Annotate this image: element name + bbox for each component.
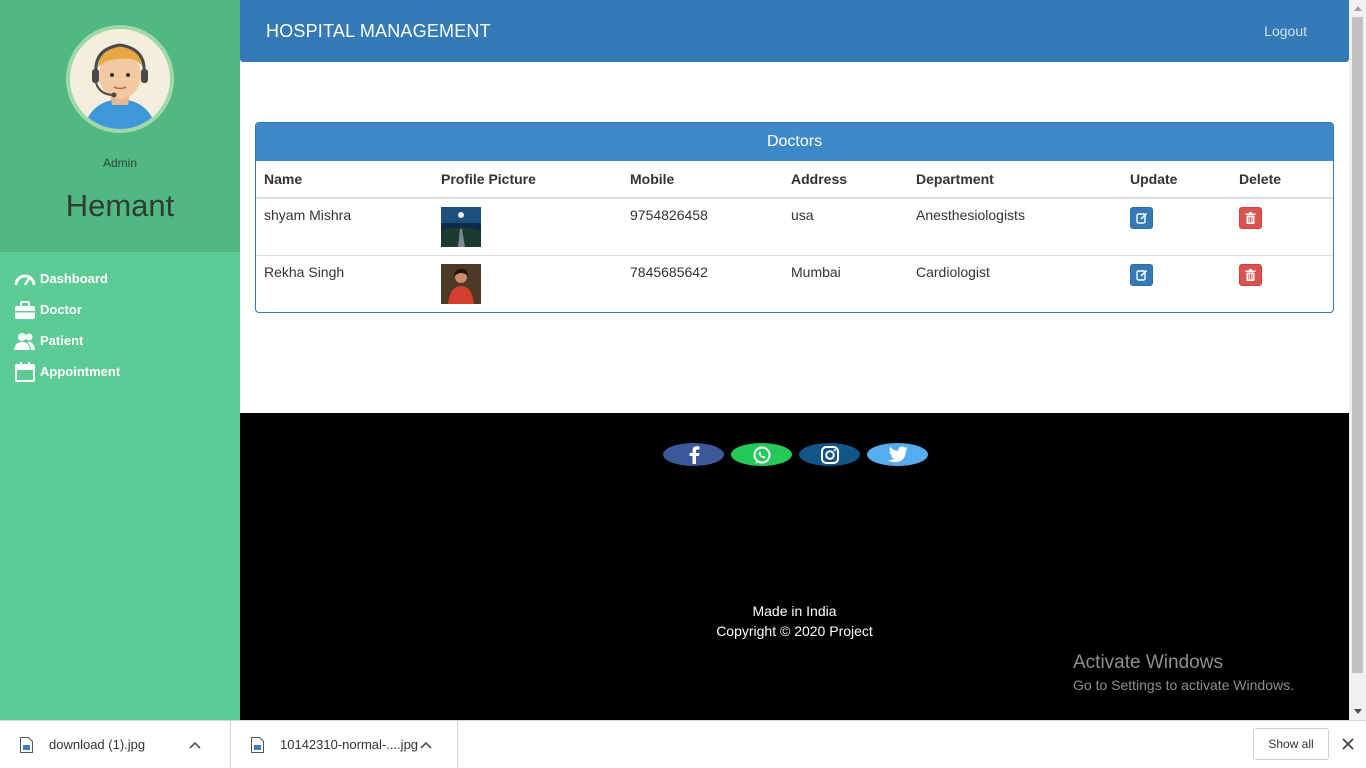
sidebar-item-label: Appointment — [40, 364, 121, 379]
column-header: Delete — [1231, 161, 1333, 199]
avatar — [66, 25, 174, 133]
delete-button[interactable] — [1239, 264, 1262, 286]
made-in-text: Made in India — [752, 603, 837, 619]
logout-link[interactable]: Logout — [1264, 23, 1307, 39]
column-header: Profile Picture — [433, 161, 622, 199]
trash-icon — [1245, 269, 1256, 281]
twitter-button[interactable] — [867, 443, 928, 466]
edit-icon — [1135, 212, 1147, 224]
page-footer: Made in India Copyright © 2020 Project A… — [240, 413, 1349, 720]
scroll-down-arrow[interactable] — [1349, 703, 1366, 720]
top-navbar: HOSPITAL MANAGEMENT Logout — [240, 0, 1349, 62]
table-header-row: Name Profile Picture Mobile Address Depa… — [256, 161, 1333, 199]
arrow-down-icon — [1353, 709, 1362, 714]
twitter-icon — [887, 446, 908, 462]
copyright-text: Copyright © 2020 Project — [716, 623, 873, 639]
sidebar-item-label: Doctor — [40, 302, 82, 317]
arrow-up-icon — [1353, 6, 1362, 11]
facebook-icon — [689, 445, 699, 464]
delete-button[interactable] — [1239, 207, 1262, 229]
users-icon — [14, 332, 35, 350]
scroll-up-arrow[interactable] — [1349, 0, 1366, 17]
app-title[interactable]: HOSPITAL MANAGEMENT — [266, 21, 491, 42]
update-button[interactable] — [1130, 207, 1153, 229]
sidebar-item-patient[interactable]: Patient — [14, 325, 120, 356]
download-filename: 10142310-normal-....jpg — [280, 737, 419, 752]
table-row: shyam Mishra 9754826458 usa Anesthesiolo… — [256, 198, 1333, 256]
column-header: Mobile — [622, 161, 783, 199]
scroll-thumb[interactable] — [1352, 17, 1363, 673]
sidebar-item-label: Patient — [40, 333, 84, 348]
doctor-address: Mumbai — [783, 255, 908, 312]
whatsapp-icon — [753, 446, 770, 463]
profile-picture — [441, 207, 481, 247]
calendar-icon — [15, 361, 35, 382]
profile-picture — [441, 264, 481, 304]
doctor-name: shyam Mishra — [264, 207, 352, 223]
whatsapp-button[interactable] — [731, 443, 792, 466]
avatar-image — [70, 29, 170, 129]
vertical-scrollbar[interactable] — [1349, 0, 1366, 720]
user-name: Hemant — [65, 188, 175, 223]
doctors-panel: Doctors Name Profile Picture Mobile Addr… — [255, 122, 1334, 313]
sidebar-item-label: Dashboard — [40, 271, 108, 286]
doctor-department: Cardiologist — [908, 255, 1122, 312]
download-bar: download (1).jpg 10142310-normal-....jpg… — [0, 720, 1366, 768]
sidebar-item-appointment[interactable]: Appointment — [14, 356, 120, 387]
column-header: Name — [256, 161, 433, 199]
doctor-address: usa — [791, 207, 814, 223]
column-header: Address — [783, 161, 908, 199]
social-links — [663, 443, 928, 466]
chevron-up-icon[interactable] — [189, 741, 201, 749]
sidebar: Admin Hemant Dashboard Doctor Patient Ap… — [0, 0, 240, 720]
activate-windows-watermark: Activate Windows Go to Settings to activ… — [1073, 652, 1294, 693]
chevron-up-icon[interactable] — [420, 741, 432, 749]
table-row: Rekha Singh 7845685642 Mumbai Cardiologi… — [256, 255, 1333, 312]
user-role: Admin — [102, 156, 137, 170]
facebook-button[interactable] — [663, 443, 724, 466]
dashboard-icon — [14, 274, 36, 286]
update-button[interactable] — [1130, 264, 1153, 286]
close-icon[interactable] — [1339, 735, 1357, 753]
instagram-icon — [820, 445, 839, 464]
profile-card: Admin Hemant — [0, 0, 240, 252]
download-item[interactable]: download (1).jpg — [0, 721, 231, 768]
file-icon — [20, 736, 33, 753]
trash-icon — [1245, 212, 1256, 224]
file-icon — [251, 736, 264, 753]
watermark-subtitle: Go to Settings to activate Windows. — [1073, 677, 1294, 693]
doctor-mobile: 7845685642 — [622, 255, 783, 312]
instagram-button[interactable] — [799, 443, 860, 466]
doctor-department: Anesthesiologists — [916, 207, 1025, 223]
download-filename: download (1).jpg — [49, 737, 146, 752]
column-header: Department — [908, 161, 1122, 199]
doctor-name: Rekha Singh — [256, 255, 433, 312]
sidebar-item-dashboard[interactable]: Dashboard — [14, 263, 120, 294]
sidebar-nav: Dashboard Doctor Patient Appointment — [14, 263, 120, 387]
download-item[interactable]: 10142310-normal-....jpg — [231, 721, 458, 768]
doctor-mobile: 9754826458 — [630, 207, 708, 223]
edit-icon — [1135, 269, 1147, 281]
panel-title: Doctors — [256, 123, 1333, 161]
briefcase-icon — [15, 300, 35, 319]
sidebar-item-doctor[interactable]: Doctor — [14, 294, 120, 325]
show-all-button[interactable]: Show all — [1253, 728, 1329, 760]
column-header: Update — [1122, 161, 1231, 199]
watermark-title: Activate Windows — [1073, 652, 1223, 673]
doctors-table: Name Profile Picture Mobile Address Depa… — [256, 161, 1333, 312]
